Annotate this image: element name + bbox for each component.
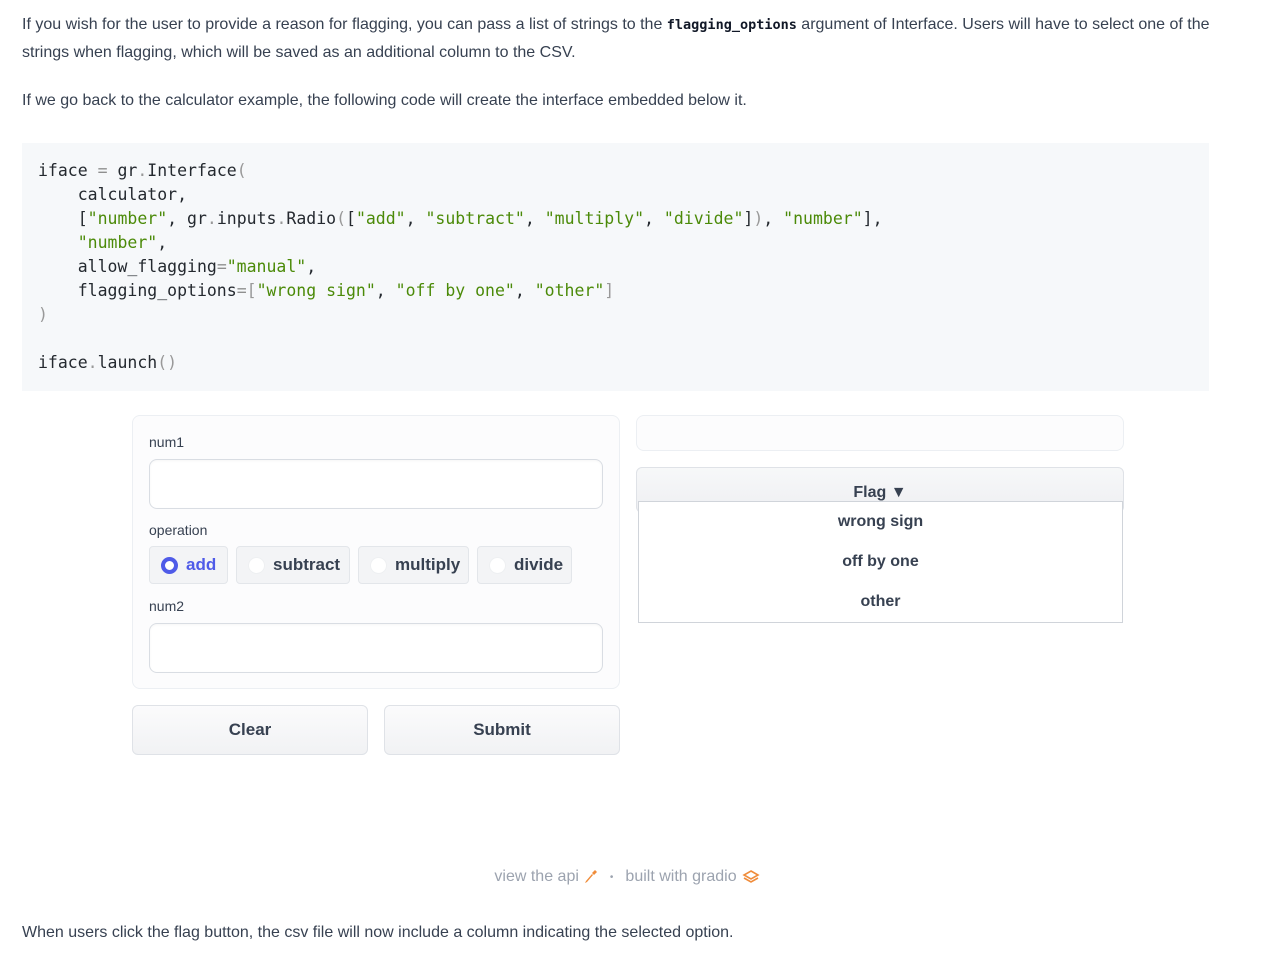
code-line-6: flagging_options=["wrong sign", "off by … bbox=[38, 281, 615, 300]
operation-label: operation bbox=[149, 522, 208, 538]
code-line-9: iface.launch() bbox=[38, 353, 178, 372]
radio-option-label: multiply bbox=[395, 555, 461, 574]
intro-paragraph-calculator: If we go back to the calculator example,… bbox=[22, 92, 747, 109]
gradio-logo-icon bbox=[741, 870, 760, 883]
wrench-icon bbox=[584, 870, 597, 883]
radio-unselected-icon bbox=[489, 556, 506, 574]
code-line-7: ) bbox=[38, 305, 48, 324]
code-line-5: allow_flagging="manual", bbox=[38, 257, 317, 276]
radio-option-subtract[interactable]: subtract bbox=[236, 546, 350, 584]
radio-selected-icon bbox=[161, 556, 178, 574]
input-panel: num1 operation add subtract multiply div… bbox=[132, 415, 620, 689]
radio-option-label: divide bbox=[514, 555, 564, 574]
flag-dropdown-menu: wrong sign off by one other bbox=[638, 501, 1123, 623]
clear-button[interactable]: Clear bbox=[132, 705, 368, 755]
gradio-footer: view the api • built with gradio bbox=[0, 868, 1254, 886]
code-line-1: iface = gr.Interface( bbox=[38, 161, 247, 180]
view-api-link[interactable]: view the api bbox=[494, 868, 598, 886]
num2-input[interactable] bbox=[149, 623, 603, 673]
outro-paragraph: When users click the flag button, the cs… bbox=[22, 924, 734, 941]
output-box bbox=[636, 415, 1124, 451]
intro-text-before: If you wish for the user to provide a re… bbox=[22, 16, 667, 33]
radio-option-add[interactable]: add bbox=[149, 546, 228, 584]
num1-label: num1 bbox=[149, 434, 185, 450]
inline-code-flagging-options: flagging_options bbox=[666, 17, 797, 33]
flag-option-other[interactable]: other bbox=[639, 582, 1122, 622]
code-line-4: "number", bbox=[77, 233, 168, 252]
code-line-3: ["number", gr.inputs.Radio(["add", "subt… bbox=[38, 209, 883, 228]
flag-option-wrong-sign[interactable]: wrong sign bbox=[639, 502, 1122, 542]
flag-option-off-by-one[interactable]: off by one bbox=[639, 542, 1122, 582]
intro-paragraph-flagging: If you wish for the user to provide a re… bbox=[22, 11, 1232, 67]
code-line-2: calculator, bbox=[38, 185, 188, 204]
num2-label: num2 bbox=[149, 598, 185, 614]
built-with-text: built with gradio bbox=[625, 868, 737, 885]
submit-button[interactable]: Submit bbox=[384, 705, 620, 755]
radio-option-divide[interactable]: divide bbox=[477, 546, 572, 584]
view-api-text: view the api bbox=[494, 868, 579, 885]
radio-unselected-icon bbox=[248, 556, 265, 574]
code-block: iface = gr.Interface( calculator, ["numb… bbox=[22, 143, 1209, 391]
radio-option-multiply[interactable]: multiply bbox=[358, 546, 469, 584]
radio-unselected-icon bbox=[370, 556, 387, 574]
footer-separator: • bbox=[609, 871, 614, 883]
radio-option-label: add bbox=[186, 555, 217, 574]
radio-option-label: subtract bbox=[273, 555, 341, 574]
built-with-gradio-link[interactable]: built with gradio bbox=[625, 868, 760, 886]
num1-input[interactable] bbox=[149, 459, 603, 509]
